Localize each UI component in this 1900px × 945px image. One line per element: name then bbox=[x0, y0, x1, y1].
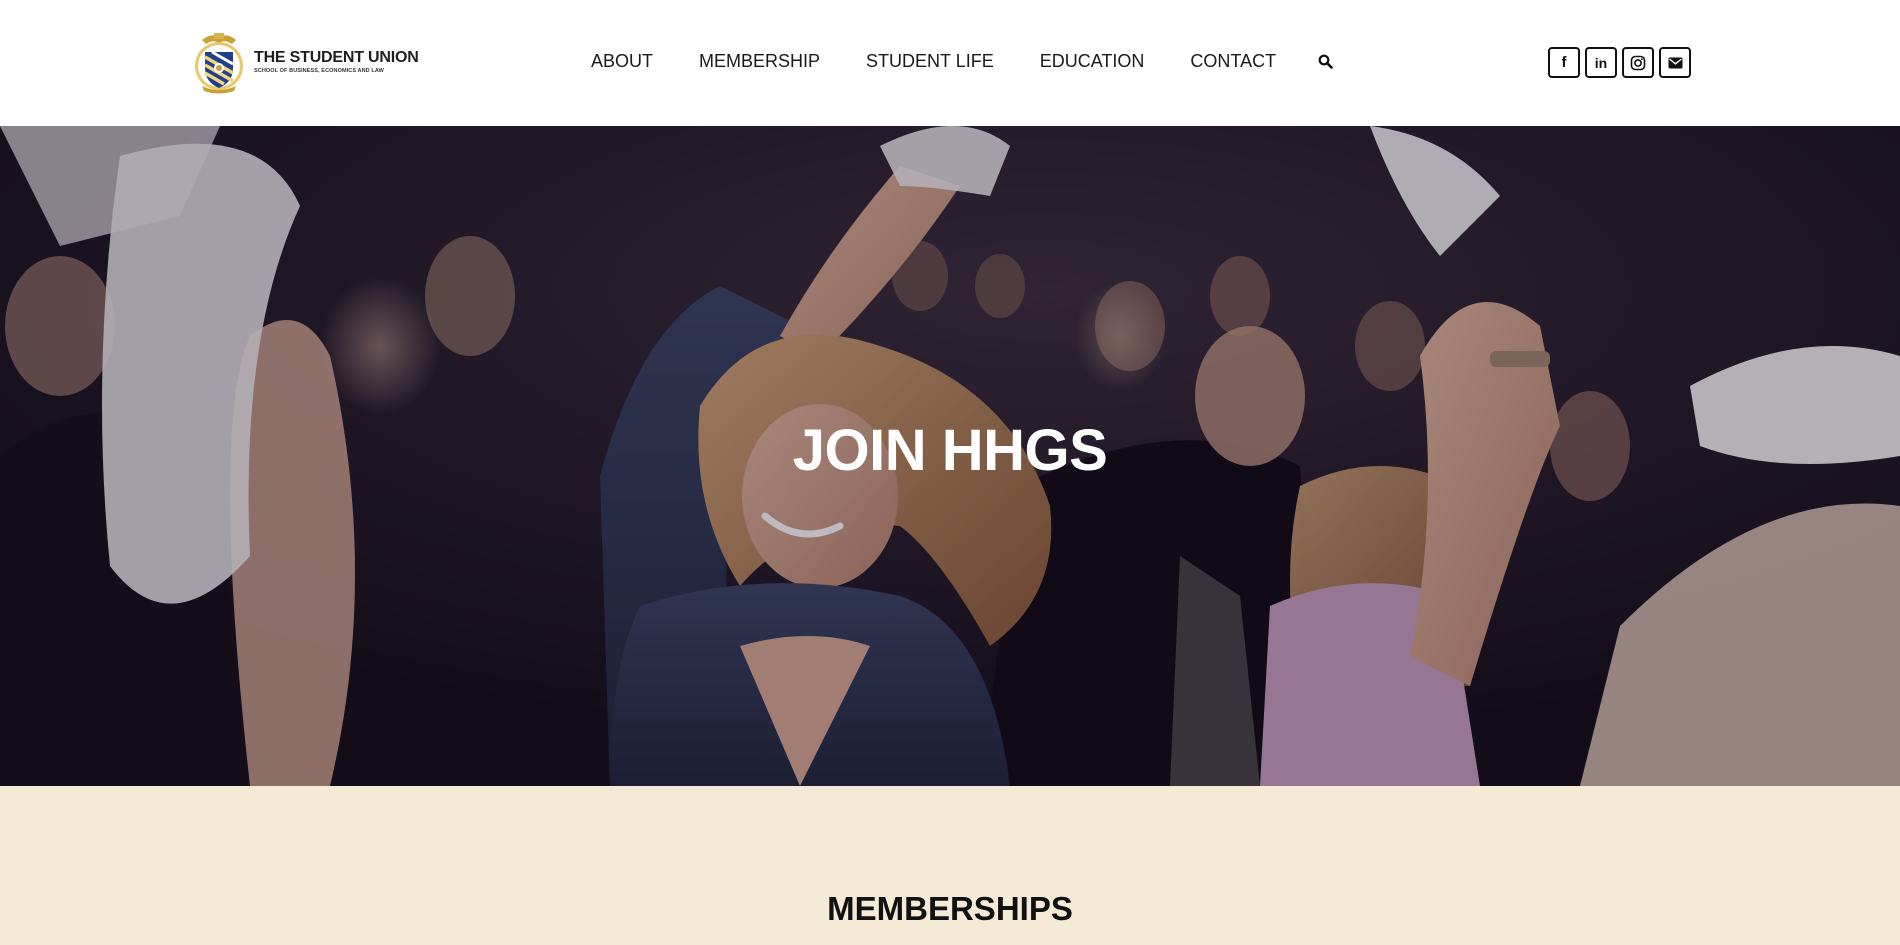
search-icon[interactable] bbox=[1316, 52, 1334, 70]
memberships-section: MEMBERSHIPS bbox=[0, 786, 1900, 945]
crest-emblem-icon bbox=[195, 33, 243, 94]
social-links: f in bbox=[1548, 47, 1691, 78]
nav-about[interactable]: ABOUT bbox=[591, 48, 653, 74]
instagram-glyph bbox=[1630, 55, 1646, 70]
facebook-glyph: f bbox=[1561, 54, 1567, 71]
email-glyph bbox=[1668, 57, 1682, 68]
instagram-icon[interactable] bbox=[1622, 47, 1654, 78]
linkedin-icon[interactable]: in bbox=[1585, 47, 1617, 78]
nav-membership[interactable]: MEMBERSHIP bbox=[699, 48, 820, 74]
main-nav: ABOUT MEMBERSHIP STUDENT LIFE EDUCATION … bbox=[591, 48, 1334, 74]
logo-subtitle: SCHOOL OF BUSINESS, ECONOMICS AND LAW bbox=[254, 67, 384, 74]
hero-banner: JOIN HHGS bbox=[0, 126, 1900, 786]
nav-student-life[interactable]: STUDENT LIFE bbox=[866, 48, 994, 74]
email-icon[interactable] bbox=[1659, 47, 1691, 78]
memberships-heading: MEMBERSHIPS bbox=[827, 890, 1073, 927]
logo[interactable]: THE STUDENT UNION SCHOOL OF BUSINESS, EC… bbox=[190, 30, 419, 94]
site-header: THE STUDENT UNION SCHOOL OF BUSINESS, EC… bbox=[0, 0, 1900, 126]
nav-education[interactable]: EDUCATION bbox=[1040, 48, 1145, 74]
logo-title: THE STUDENT UNION bbox=[254, 48, 419, 66]
hero-title: JOIN HHGS bbox=[792, 418, 1108, 483]
nav-contact[interactable]: CONTACT bbox=[1190, 48, 1276, 74]
linkedin-glyph: in bbox=[1594, 54, 1608, 71]
facebook-icon[interactable]: f bbox=[1548, 47, 1580, 78]
